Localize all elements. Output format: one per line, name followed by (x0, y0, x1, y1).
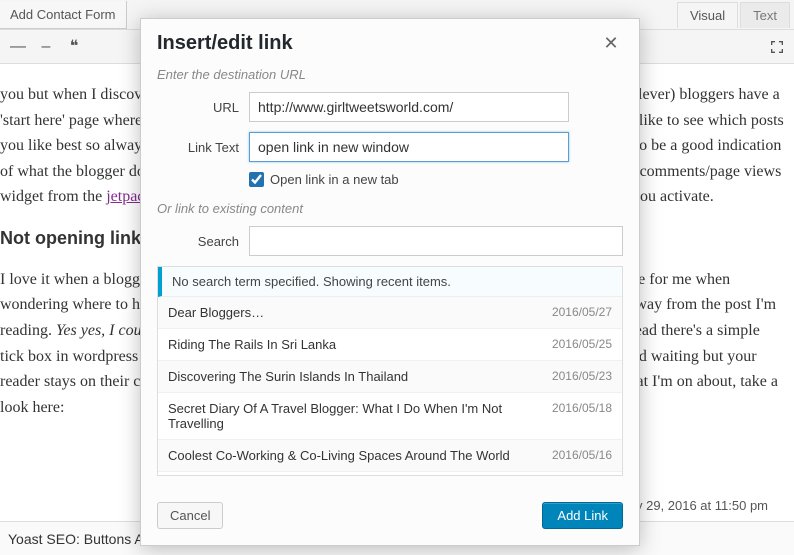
list-item-title: Coolest Co-Working & Co-Living Spaces Ar… (168, 448, 524, 463)
cancel-button[interactable]: Cancel (157, 502, 223, 529)
list-item[interactable]: Dear Bloggers… 2016/05/27 (158, 297, 622, 329)
linktext-input[interactable] (249, 132, 569, 162)
list-item[interactable]: Riding The Rails In Sri Lanka 2016/05/25 (158, 329, 622, 361)
insert-link-dialog: Insert/edit link ✕ Enter the destination… (140, 18, 640, 546)
add-link-button[interactable]: Add Link (542, 502, 623, 529)
close-icon[interactable]: ✕ (599, 31, 623, 55)
search-label: Search (157, 234, 239, 249)
list-item-title: Riding The Rails In Sri Lanka (168, 337, 350, 352)
quote-icon[interactable]: ❝ (64, 42, 84, 52)
fullscreen-icon[interactable] (766, 36, 788, 58)
url-input[interactable] (249, 92, 569, 122)
list-item-date: 2016/05/16 (552, 448, 612, 462)
list-item-date: 2016/05/27 (552, 305, 612, 319)
list-item-date: 2016/05/23 (552, 369, 612, 383)
strike-button[interactable]: — (8, 38, 28, 56)
hint-existing: Or link to existing content (157, 201, 623, 216)
list-item[interactable]: 30 Photos That Will Make You Want To Hon… (158, 472, 622, 476)
list-item-date: 2016/05/18 (552, 401, 612, 415)
add-contact-form-button[interactable]: Add Contact Form (0, 1, 127, 29)
tab-text[interactable]: Text (740, 2, 790, 28)
linktext-label: Link Text (157, 140, 239, 155)
list-item-title: Discovering The Surin Islands In Thailan… (168, 369, 422, 384)
recent-items-head: No search term specified. Showing recent… (158, 267, 622, 297)
tab-visual[interactable]: Visual (677, 2, 738, 28)
open-new-tab-label: Open link in a new tab (270, 172, 399, 187)
list-item[interactable]: Coolest Co-Working & Co-Living Spaces Ar… (158, 440, 622, 472)
list-item[interactable]: Secret Diary Of A Travel Blogger: What I… (158, 393, 622, 440)
list-item-date: 2016/05/25 (552, 337, 612, 351)
hr-button[interactable]: – (36, 38, 56, 56)
hint-url: Enter the destination URL (157, 67, 623, 82)
list-item-title: Dear Bloggers… (168, 305, 278, 320)
recent-items-list: No search term specified. Showing recent… (157, 266, 623, 476)
dialog-title: Insert/edit link (157, 32, 293, 55)
url-label: URL (157, 100, 239, 115)
open-new-tab-checkbox[interactable] (249, 172, 264, 187)
search-input[interactable] (249, 226, 623, 256)
list-item[interactable]: Discovering The Surin Islands In Thailan… (158, 361, 622, 393)
list-item-title: Secret Diary Of A Travel Blogger: What I… (168, 401, 552, 431)
